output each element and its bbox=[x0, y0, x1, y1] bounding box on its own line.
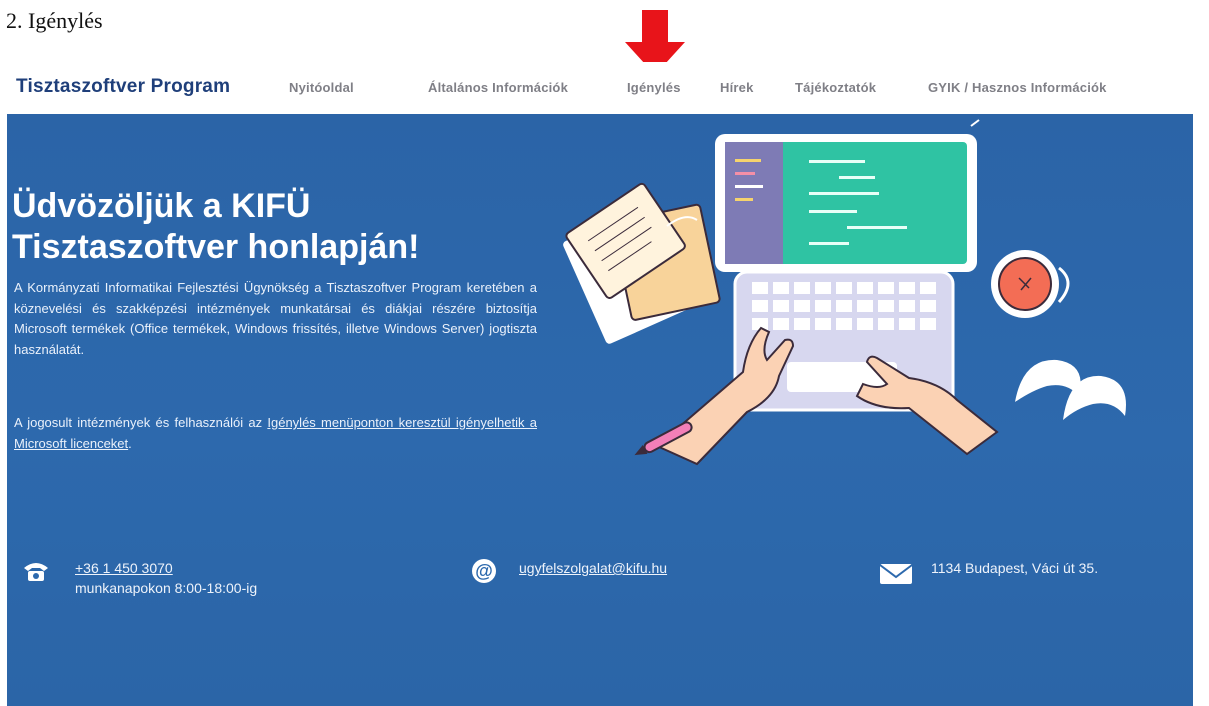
svg-text:@: @ bbox=[475, 561, 493, 581]
document-section-heading: 2. Igénylés bbox=[6, 8, 103, 33]
hero-title-line2: Tisztaszoftver honlapján! bbox=[12, 228, 420, 266]
nav-item-request[interactable]: Igénylés bbox=[627, 80, 681, 95]
nav-item-home[interactable]: Nyitóoldal bbox=[289, 80, 354, 95]
nav-item-guides[interactable]: Tájékoztatók bbox=[795, 80, 876, 95]
hero-title: Üdvözöljük a KIFÜ Tisztaszoftver honlapj… bbox=[12, 186, 572, 268]
email-contact: ugyfelszolgalat@kifu.hu bbox=[519, 558, 667, 578]
top-navigation-bar: Tisztaszoftver Program Nyitóoldal Általá… bbox=[0, 62, 1209, 114]
nav-item-general-info[interactable]: Általános Információk bbox=[428, 80, 568, 95]
hero-description: A Kormányzati Informatikai Fejlesztési Ü… bbox=[14, 280, 537, 357]
brand-logo-text[interactable]: Tisztaszoftver Program bbox=[16, 76, 230, 98]
nav-item-news[interactable]: Hírek bbox=[720, 80, 754, 95]
at-sign-icon: @ bbox=[472, 559, 496, 583]
hero-request-info: A jogosult intézmények és felhasználói a… bbox=[14, 413, 537, 454]
hero-title-line1: Üdvözöljük a KIFÜ bbox=[12, 187, 311, 225]
hero-section: Üdvözöljük a KIFÜ Tisztaszoftver honlapj… bbox=[7, 114, 1193, 706]
phone-hours: munkanapokon 8:00-18:00-ig bbox=[75, 580, 258, 596]
email-link[interactable]: ugyfelszolgalat@kifu.hu bbox=[519, 560, 667, 576]
nav-item-faq[interactable]: GYIK / Hasznos Információk bbox=[928, 80, 1107, 95]
phone-link[interactable]: +36 1 450 3070 bbox=[75, 560, 173, 576]
telephone-icon bbox=[24, 563, 48, 581]
request-info-prefix: A jogosult intézmények és felhasználói a… bbox=[14, 415, 268, 430]
laptop-illustration bbox=[563, 119, 1126, 466]
phone-contact: +36 1 450 3070 munkanapokon 8:00-18:00-i… bbox=[75, 558, 257, 598]
envelope-icon bbox=[879, 564, 913, 584]
request-info-suffix: . bbox=[128, 435, 132, 451]
address-contact: 1134 Budapest, Váci út 35. bbox=[931, 560, 1099, 576]
